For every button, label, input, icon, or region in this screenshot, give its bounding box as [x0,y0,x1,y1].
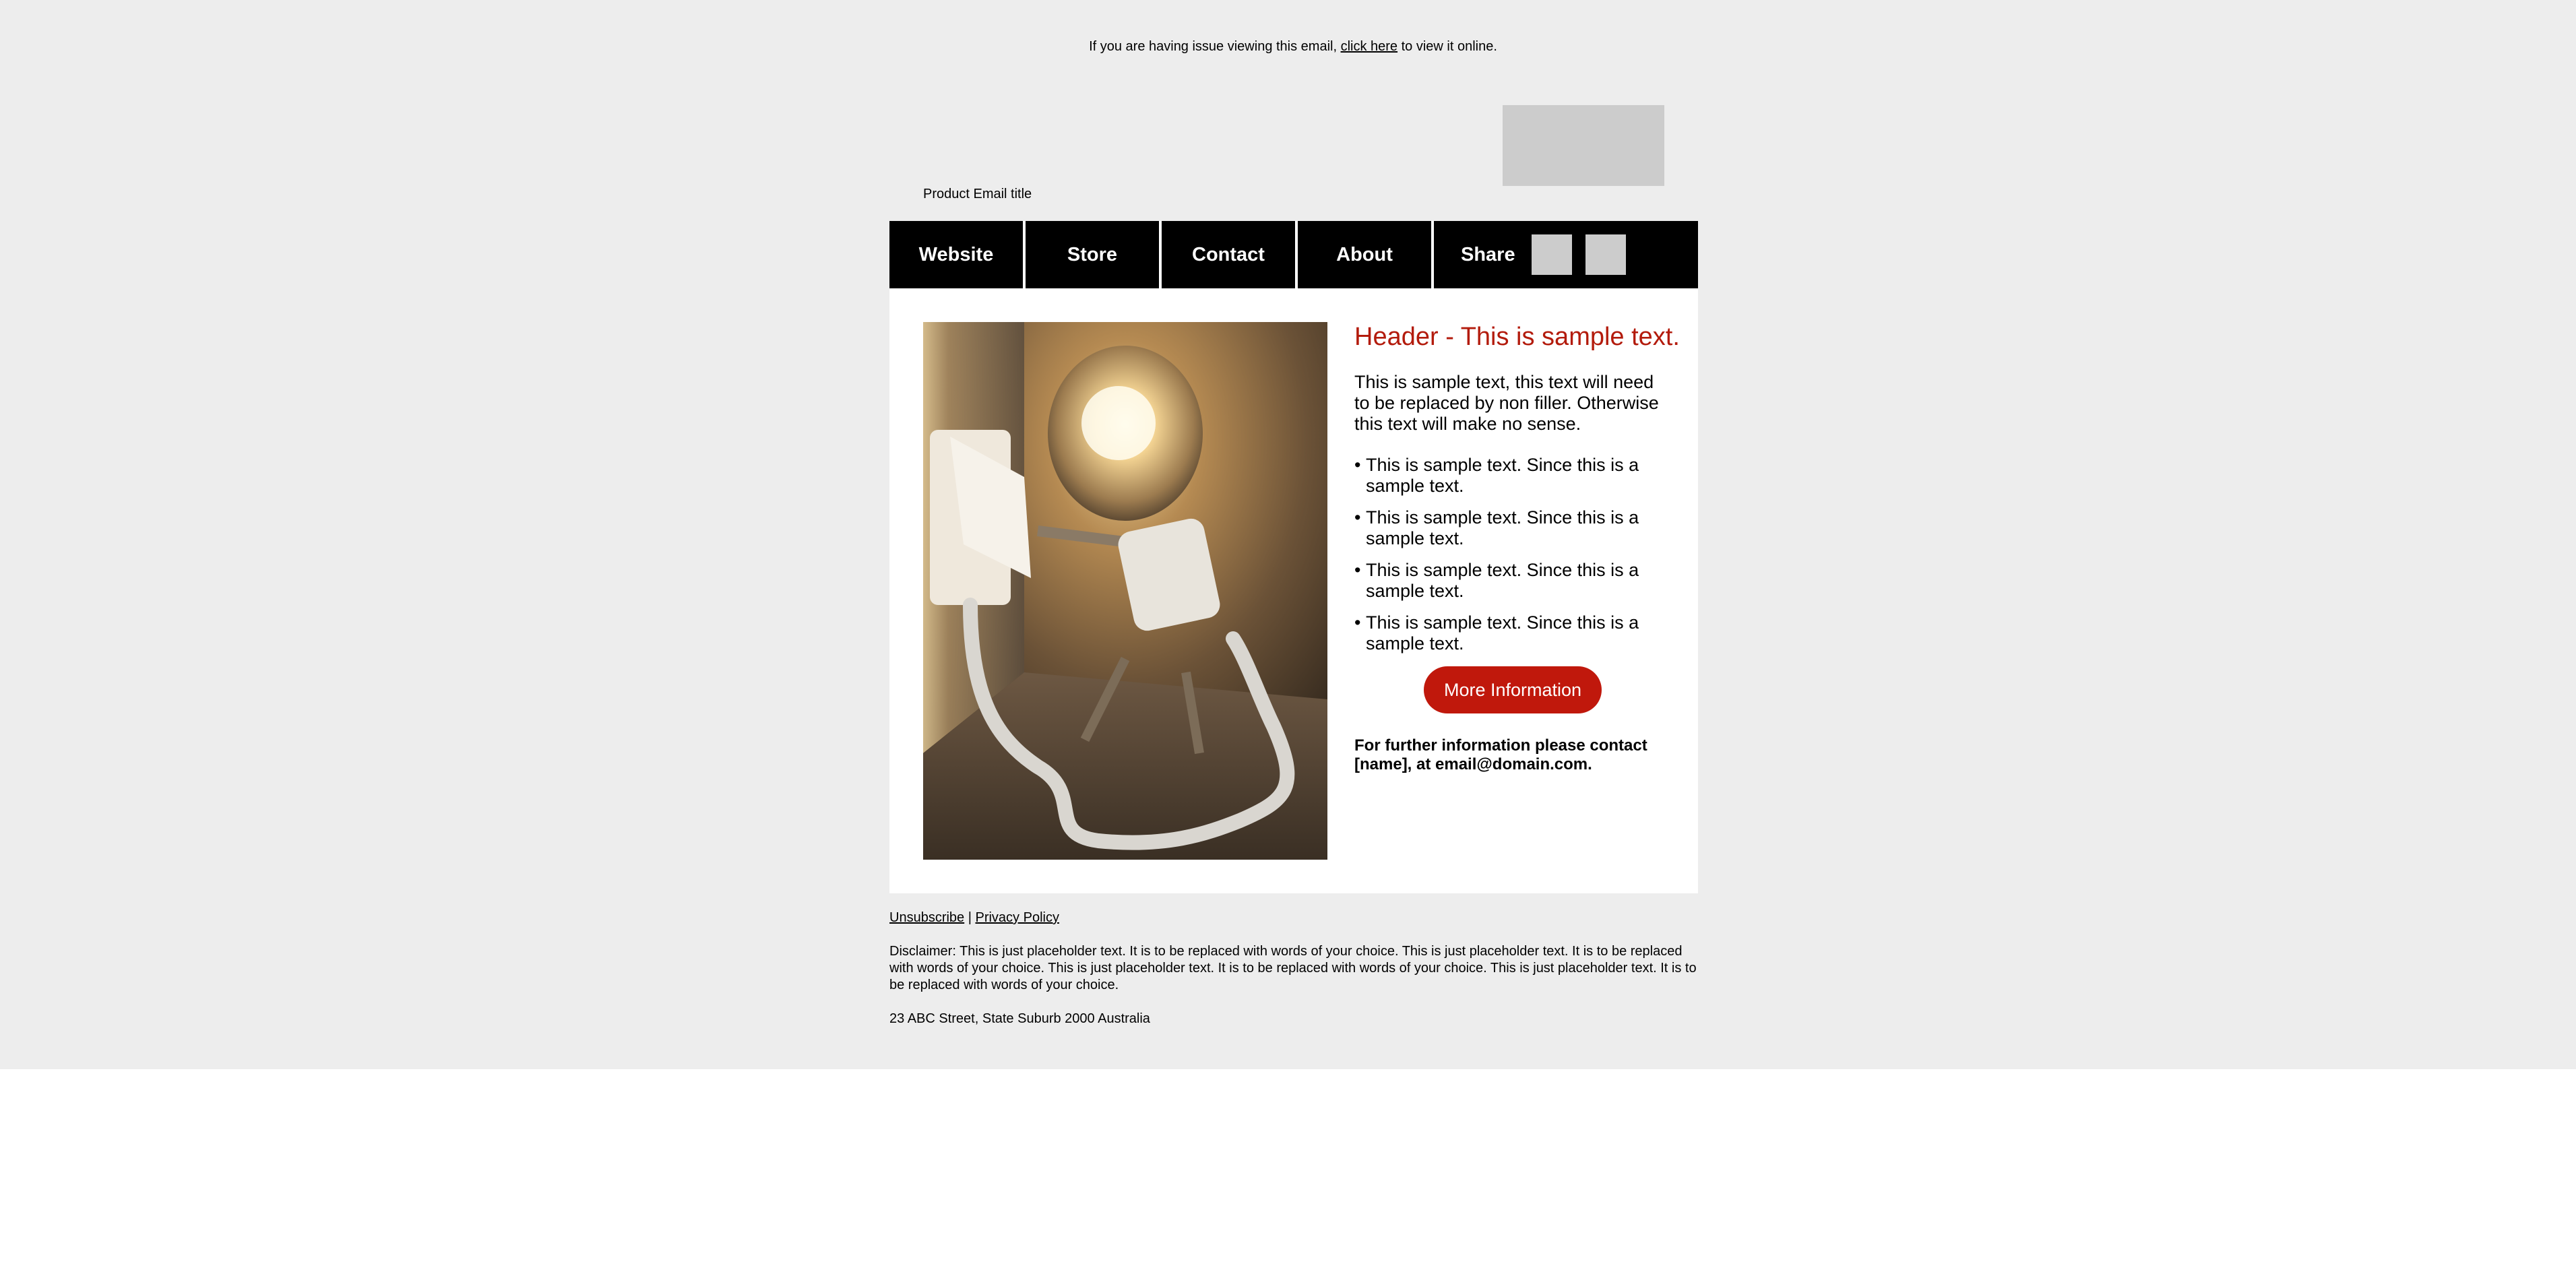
unsubscribe-link[interactable]: Unsubscribe [889,910,964,925]
intro-paragraph: This is sample text, this text will need… [1354,372,1659,434]
bullet-list: • This is sample text. Since this is a s… [1354,455,1671,654]
footer-links: Unsubscribe | Privacy Policy [889,910,1698,926]
product-image [923,322,1327,860]
nav-item-about[interactable]: About [1298,221,1434,288]
light-bulb-robot-illustration [923,322,1327,860]
nav-item-store[interactable]: Store [1026,221,1162,288]
email-title: Product Email title [923,187,1032,201]
bullet-item: • This is sample text. Since this is a s… [1354,455,1671,497]
share-social-icon[interactable] [1585,234,1626,275]
contact-text: For further information please contact [… [1354,736,1647,773]
address-text: 23 ABC Street, State Suburb 2000 Austral… [889,1011,1150,1026]
view-online-link[interactable]: click here [1341,39,1397,54]
privacy-policy-link[interactable]: Privacy Policy [975,910,1059,925]
nav-item-website[interactable]: Website [889,221,1026,288]
nav-bar: Website Store Contact About Share [889,221,1698,288]
preheader-text-after: to view it online. [1397,39,1497,54]
bullet-icon: • [1354,560,1361,580]
bullet-text: This is sample text. Since this is a sam… [1366,612,1639,654]
bullet-item: • This is sample text. Since this is a s… [1354,507,1671,549]
bullet-text: This is sample text. Since this is a sam… [1366,560,1639,601]
bullet-text: This is sample text. Since this is a sam… [1366,455,1639,496]
nav-share: Share [1434,221,1698,288]
bullet-item: • This is sample text. Since this is a s… [1354,560,1671,602]
more-information-button[interactable]: More Information [1423,666,1602,713]
bullet-icon: • [1354,612,1361,633]
nav-item-contact[interactable]: Contact [1162,221,1298,288]
preheader-text-before: If you are having issue viewing this ema… [1089,39,1341,54]
button-wrap: More Information [1354,666,1671,713]
disclaimer-text: Disclaimer: This is just placeholder tex… [889,944,1697,992]
footer: Unsubscribe | Privacy Policy Disclaimer:… [889,910,1698,1044]
preheader: If you are having issue viewing this ema… [0,38,2576,55]
bullet-text: This is sample text. Since this is a sam… [1366,507,1639,548]
content-panel: Header - This is sample text. This is sa… [889,288,1698,893]
bullet-item: • This is sample text. Since this is a s… [1354,612,1671,654]
logo-placeholder [1503,105,1664,186]
bullet-icon: • [1354,455,1361,475]
text-column: Header - This is sample text. This is sa… [1354,322,1680,774]
content-heading: Header - This is sample text. [1354,323,1680,351]
bullet-icon: • [1354,507,1361,528]
footer-link-separator: | [964,910,976,925]
share-label: Share [1461,243,1515,265]
share-social-icon[interactable] [1531,234,1572,275]
